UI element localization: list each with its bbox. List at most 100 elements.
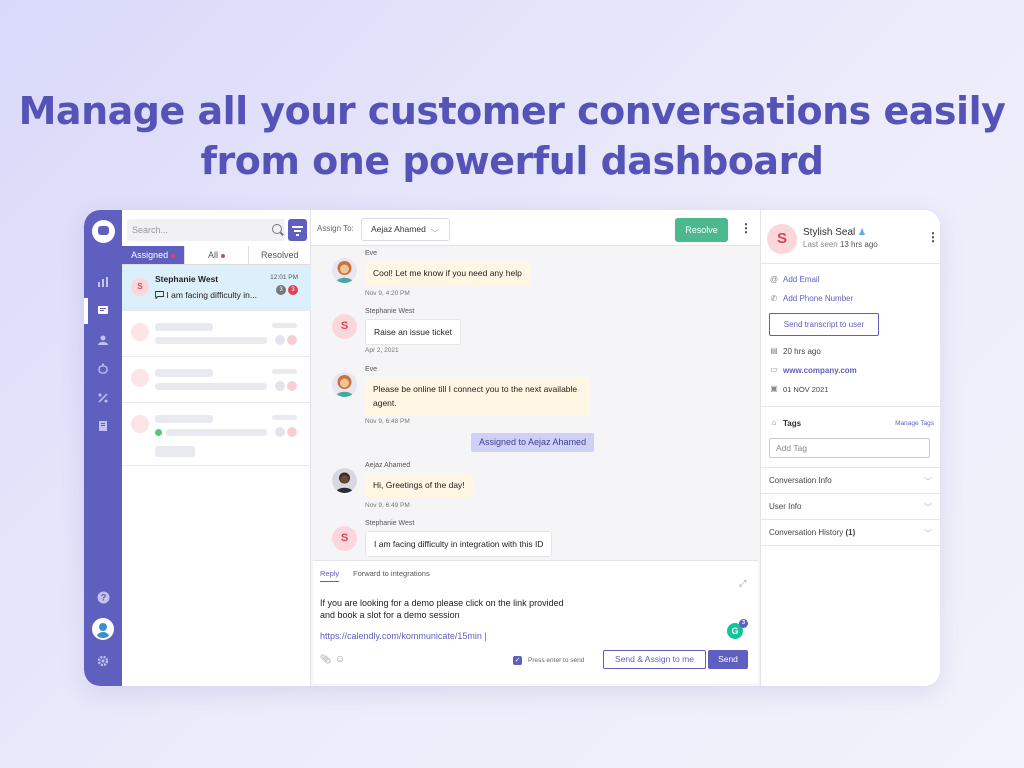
press-enter-label: Press enter to send (528, 657, 585, 664)
assignment-notice: Assigned to Aejaz Ahamed (471, 433, 595, 452)
resolve-button[interactable]: Resolve (675, 218, 728, 242)
chat-icon: ▤ (770, 346, 778, 355)
conversation-list: Search... Assigned All Resolved S Stepha… (122, 210, 311, 686)
press-enter-checkbox[interactable]: ✓ (513, 656, 522, 665)
analytics-icon[interactable] (96, 276, 110, 290)
tag-icon: ⌂ (771, 418, 777, 427)
unread-count-red: 3 (288, 285, 298, 295)
contact-avatar: S (131, 278, 149, 296)
bot-avatar-eve (332, 258, 357, 283)
conversation-tabs: Assigned All Resolved (122, 246, 311, 265)
tab-all[interactable]: All (185, 246, 249, 264)
last-seen: Last seen 13 hrs ago (803, 240, 878, 249)
message-sender: Aejaz Ahamed (365, 462, 411, 469)
chat-toolbar: Assign To: Aejaz Ahamed ﹀ Resolve ⋮ (311, 210, 760, 246)
svg-text:?: ? (100, 593, 106, 603)
help-icon[interactable]: ? (96, 591, 110, 605)
chevron-down-icon[interactable]: ﹀ (924, 502, 932, 513)
agent-avatar[interactable] (92, 618, 114, 640)
created-date: 01 NOV 2021 (783, 385, 829, 394)
section-conversation-history[interactable]: Conversation History (1) (769, 528, 855, 537)
message-time: Apr 2, 2021 (365, 347, 399, 354)
chevron-down-icon: ﹀ (431, 229, 439, 238)
search-icon[interactable] (272, 224, 282, 234)
grammarly-icon[interactable]: G3 (727, 619, 748, 639)
nav-active-indicator (84, 298, 88, 324)
settings-icon[interactable] (96, 655, 110, 669)
add-tag-input[interactable]: Add Tag (769, 438, 930, 458)
section-conversation-info[interactable]: Conversation Info (769, 476, 832, 485)
tab-assigned[interactable]: Assigned (122, 246, 186, 264)
section-user-info[interactable]: User Info (769, 502, 801, 511)
docs-icon[interactable] (96, 420, 110, 434)
tab-resolved[interactable]: Resolved (249, 246, 311, 264)
message-time: Nov 9, 6:49 PM (365, 502, 410, 509)
user-name: Stylish Seal ♟ (803, 227, 867, 238)
message-time: Nov 9, 4:20 PM (365, 290, 410, 297)
contact-avatar: S (332, 526, 357, 551)
user-info-panel: S Stylish Seal ♟ Last seen 13 hrs ago ⋮ … (760, 210, 940, 686)
list-item[interactable] (122, 403, 311, 466)
contact-name: Stephanie West (155, 274, 219, 284)
expand-icon[interactable]: ⤢ (739, 578, 746, 589)
message-time: Nov 9, 6:48 PM (365, 418, 410, 425)
add-email-link[interactable]: Add Email (783, 275, 819, 284)
list-item[interactable] (122, 357, 311, 403)
chat-bubble-icon (155, 290, 166, 300)
message-preview: I am facing difficulty in... (155, 290, 257, 300)
tab-reply[interactable]: Reply (320, 569, 340, 582)
message-bubble: Hi, Greetings of the day! (365, 473, 473, 497)
message-bubble: I am facing difficulty in integration wi… (365, 531, 553, 557)
integrations-icon[interactable] (96, 392, 110, 406)
message-sender: Stephanie West (365, 308, 415, 315)
message-bubble: Cool! Let me know if you need any help (365, 261, 530, 285)
headline: Manage all your customer conversations e… (0, 86, 1024, 186)
conversations-icon[interactable] (96, 305, 110, 319)
visitor-icon: ♟ (858, 227, 867, 237)
browser-icon: ▭ (770, 365, 778, 374)
phone-icon: ✆ (770, 294, 778, 303)
send-button[interactable]: Send (708, 650, 748, 669)
chevron-down-icon[interactable]: ﹀ (924, 476, 932, 487)
calendar-icon: ▣ (770, 384, 778, 393)
unread-count-grey: 3 (276, 285, 286, 295)
website-link[interactable]: www.company.com (783, 366, 857, 375)
contact-avatar: S (332, 314, 357, 339)
assignee-select[interactable]: Aejaz Ahamed ﹀ (361, 218, 450, 241)
tab-forward-integrations[interactable]: Forward to integrations (353, 569, 430, 578)
reply-link[interactable]: https://calendly.com/kommunicate/15min | (320, 631, 487, 641)
message-bubble: Please be online till I connect you to t… (365, 377, 590, 415)
chevron-down-icon[interactable]: ﹀ (924, 528, 932, 539)
message-sender: Eve (365, 250, 378, 257)
manage-tags-link[interactable]: Manage Tags (895, 420, 934, 427)
attachment-icon[interactable]: 📎︎ (320, 654, 331, 665)
search-input[interactable]: Search... (127, 219, 285, 241)
more-options-icon[interactable]: ⋮ (927, 231, 939, 243)
last-message-ago: 20 hrs ago (783, 347, 821, 356)
headline-line-2: from one powerful dashboard (200, 139, 824, 183)
filter-button[interactable] (288, 219, 307, 241)
assign-label: Assign To: (317, 224, 354, 233)
list-item-active[interactable]: S Stephanie West 12:01 PM I am facing di… (122, 265, 311, 311)
dashboard-window: ? Search... Assigned All Resolved S Step… (84, 210, 940, 686)
users-icon[interactable] (96, 334, 110, 348)
headline-line-1: Manage all your customer conversations e… (18, 89, 1006, 133)
user-avatar: S (767, 224, 797, 254)
message-bubble: Raise an issue ticket (365, 319, 461, 345)
send-assign-button[interactable]: Send & Assign to me (603, 650, 706, 669)
bot-icon[interactable] (96, 363, 110, 377)
message-sender: Stephanie West (365, 520, 415, 527)
send-transcript-button[interactable]: Send transcript to user (769, 313, 879, 336)
reply-text[interactable]: If you are looking for a demo please cli… (320, 597, 570, 621)
email-icon: @ (769, 275, 779, 284)
tags-label: Tags (783, 419, 802, 428)
add-phone-link[interactable]: Add Phone Number (783, 294, 853, 303)
agent-avatar-aejaz (332, 468, 357, 493)
more-options-icon[interactable]: ⋮ (740, 222, 752, 234)
logo-icon[interactable] (92, 220, 115, 243)
nav-rail: ? (84, 210, 122, 686)
emoji-icon[interactable]: ☺ (335, 654, 345, 665)
list-item[interactable] (122, 311, 311, 357)
bot-avatar-eve (332, 372, 357, 397)
message-sender: Eve (365, 366, 378, 373)
